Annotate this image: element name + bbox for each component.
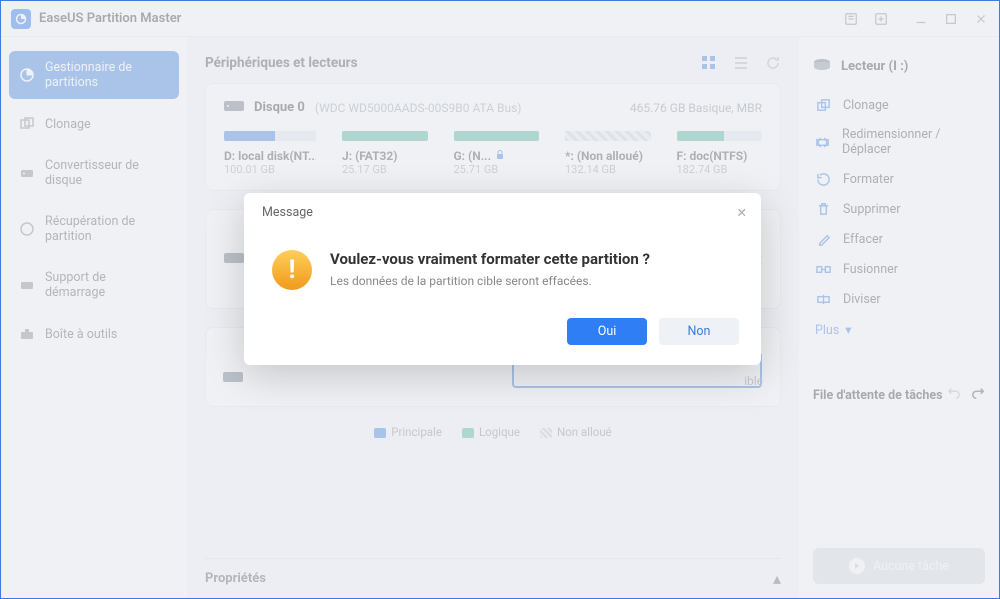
dialog-title: Message — [262, 205, 313, 220]
dialog-body-text: Les données de la partition cible seront… — [330, 274, 650, 288]
dialog-close-button[interactable]: ✕ — [737, 205, 747, 221]
dialog-yes-button[interactable]: Oui — [567, 318, 647, 345]
warning-icon: ! — [272, 250, 312, 290]
dialog-no-button[interactable]: Non — [659, 318, 739, 345]
dialog-heading: Voulez-vous vraiment formater cette part… — [330, 250, 650, 268]
format-confirm-dialog: Message ✕ ! Voulez-vous vraiment formate… — [244, 193, 761, 365]
